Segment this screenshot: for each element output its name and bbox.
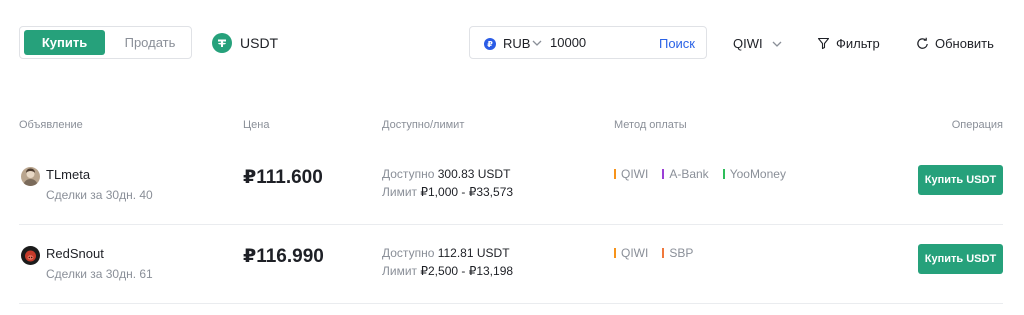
- header-payment-method: Метод оплаты: [614, 119, 687, 131]
- limit-value: ₽2,500 - ₽13,198: [420, 264, 514, 278]
- header-ad: Объявление: [19, 119, 83, 131]
- merchant-name[interactable]: TLmeta: [46, 167, 90, 182]
- amount-search-box: ₽ RUB Поиск: [469, 26, 707, 59]
- refresh-button[interactable]: Обновить: [916, 36, 994, 51]
- refresh-label: Обновить: [935, 36, 994, 51]
- available-value: 300.83 USDT: [437, 167, 511, 181]
- ad-price: ₽111.600: [243, 167, 323, 188]
- filter-button[interactable]: Фильтр: [817, 36, 880, 51]
- merchant-trades: Сделки за 30дн. 61: [46, 267, 153, 281]
- merchant-trades: Сделки за 30дн. 40: [46, 188, 153, 202]
- payment-tag: YooMoney: [722, 167, 786, 181]
- tether-icon: [212, 33, 232, 53]
- available-amount: Доступно 300.83 USDT: [382, 167, 511, 181]
- refresh-icon: [917, 37, 928, 49]
- avatar: [21, 246, 40, 265]
- payment-method-select[interactable]: QIWI: [733, 36, 783, 51]
- row-divider: [19, 224, 1003, 225]
- currency-select[interactable]: RUB: [503, 36, 530, 51]
- limit-range: Лимит ₽1,000 - ₽33,573: [382, 185, 514, 199]
- merchant-name[interactable]: RedSnout: [46, 246, 104, 261]
- payment-tag: QIWI: [614, 246, 648, 260]
- ad-price: ₽116.990: [243, 246, 324, 267]
- chevron-down-icon[interactable]: [531, 38, 543, 48]
- sell-tab[interactable]: Продать: [111, 30, 189, 55]
- buy-tab[interactable]: Купить: [24, 30, 105, 55]
- row-divider: [19, 303, 1003, 304]
- header-operation: Операция: [951, 119, 1003, 131]
- payment-method-value: QIWI: [733, 36, 763, 51]
- limit-range: Лимит ₽2,500 - ₽13,198: [382, 264, 514, 278]
- available-amount: Доступно 112.81 USDT: [382, 246, 510, 260]
- available-value: 112.81 USDT: [437, 246, 510, 260]
- filter-label: Фильтр: [836, 36, 880, 51]
- search-button[interactable]: Поиск: [659, 36, 695, 51]
- limit-value: ₽1,000 - ₽33,573: [420, 185, 514, 199]
- payment-tag: QIWI: [614, 167, 648, 181]
- payment-tag: A-Bank: [662, 167, 709, 181]
- amount-input[interactable]: [550, 35, 650, 50]
- filter-icon: [817, 37, 830, 50]
- ruble-icon: ₽: [484, 38, 496, 50]
- payment-methods: QIWI SBP: [614, 246, 707, 260]
- payment-methods: QIWI A-Bank YooMoney: [614, 167, 800, 181]
- buy-usdt-button[interactable]: Купить USDT: [918, 244, 1003, 274]
- header-available: Доступно/лимит: [382, 119, 465, 131]
- buy-usdt-button[interactable]: Купить USDT: [918, 165, 1003, 195]
- header-price: Цена: [243, 119, 270, 131]
- asset-selector[interactable]: USDT: [212, 33, 278, 53]
- payment-tag: SBP: [662, 246, 693, 260]
- buy-sell-toggle: Купить Продать: [19, 26, 192, 59]
- asset-name: USDT: [240, 35, 279, 51]
- chevron-down-icon: [772, 41, 782, 47]
- avatar: [21, 167, 40, 186]
